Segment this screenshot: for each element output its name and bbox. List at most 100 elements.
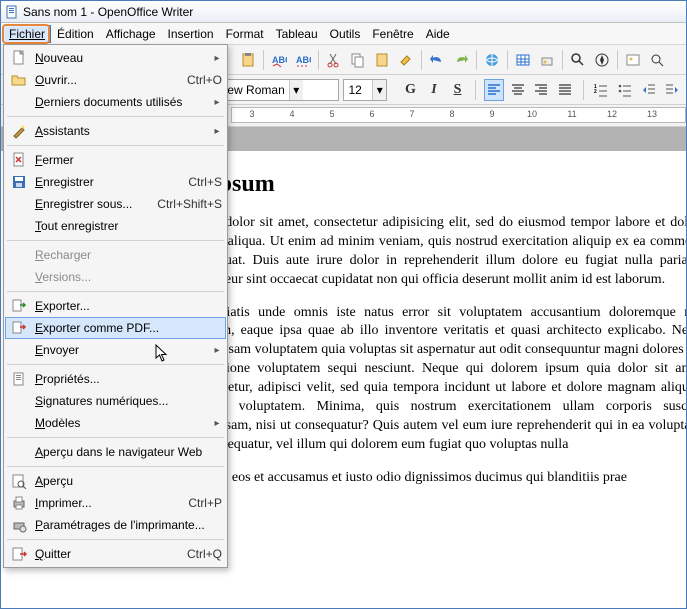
file-menu-item[interactable]: Imprimer...Ctrl+P (5, 492, 226, 514)
drawing-icon[interactable] (536, 49, 558, 71)
blank-icon (9, 247, 29, 263)
hyperlink-icon[interactable] (481, 49, 503, 71)
blank-icon (9, 444, 29, 460)
file-menu-item[interactable]: Exporter... (5, 295, 226, 317)
menu-fichier[interactable]: Fichier (3, 25, 51, 43)
paste2-icon[interactable] (371, 49, 393, 71)
menu-item-label: Ouvrir... (35, 73, 179, 87)
file-menu-item[interactable]: Nouveau▸ (5, 47, 226, 69)
align-justify-button[interactable] (555, 79, 575, 101)
submenu-arrow-icon: ▸ (212, 126, 222, 137)
app-icon (5, 5, 19, 19)
menu-item-label: Derniers documents utilisés (35, 95, 212, 109)
menu-item-label: Tout enregistrer (35, 219, 222, 233)
file-menu-item[interactable]: Aperçu (5, 470, 226, 492)
print-icon (9, 495, 29, 511)
undo-icon[interactable] (426, 49, 448, 71)
doc-heading: m ipsum (186, 171, 686, 198)
file-menu-item[interactable]: Derniers documents utilisés▸ (5, 91, 226, 113)
file-menu-item[interactable]: Envoyer▸ (5, 339, 226, 361)
file-menu-item[interactable]: Enregistrer sous...Ctrl+Shift+S (5, 193, 226, 215)
menu-edition[interactable]: Édition (51, 25, 100, 43)
file-menu-item[interactable]: QuitterCtrl+Q (5, 543, 226, 565)
underline-button[interactable]: S (448, 79, 468, 101)
menu-item-label: Aperçu (35, 474, 222, 488)
format-paint-icon[interactable] (395, 49, 417, 71)
menu-item-label: Paramétrages de l'imprimante... (35, 518, 222, 532)
menu-format[interactable]: Format (220, 25, 270, 43)
doc-new-icon (9, 50, 29, 66)
menu-outils[interactable]: Outils (324, 25, 367, 43)
menu-item-label: Aperçu dans le navigateur Web (35, 445, 222, 459)
menu-tableau[interactable]: Tableau (270, 25, 324, 43)
font-name-combo[interactable]: New Roman ▾ (214, 79, 340, 101)
ruler-tick: 3 (249, 109, 254, 119)
find-icon[interactable] (567, 49, 589, 71)
save-icon (9, 174, 29, 190)
cut-icon[interactable] (323, 49, 345, 71)
menu-divider (7, 364, 224, 365)
table-icon[interactable] (512, 49, 534, 71)
close-doc-icon (9, 152, 29, 168)
svg-text:2: 2 (594, 89, 597, 95)
copy-icon[interactable] (347, 49, 369, 71)
menu-item-label: Fermer (35, 153, 222, 167)
menu-fenetre[interactable]: Fenêtre (366, 25, 419, 43)
menu-affichage[interactable]: Affichage (100, 25, 162, 43)
blank-icon (9, 218, 29, 234)
file-menu-item[interactable]: Tout enregistrer (5, 215, 226, 237)
redo-icon[interactable] (450, 49, 472, 71)
menu-divider (7, 116, 224, 117)
file-menu-item[interactable]: Paramétrages de l'imprimante... (5, 514, 226, 536)
submenu-arrow-icon: ▸ (212, 418, 222, 429)
file-menu-item[interactable]: Aperçu dans le navigateur Web (5, 441, 226, 463)
menu-item-label: Modèles (35, 416, 212, 430)
align-right-button[interactable] (532, 79, 552, 101)
bullet-list-button[interactable] (615, 79, 635, 101)
outdent-button[interactable] (639, 79, 659, 101)
bold-button[interactable]: G (401, 79, 421, 101)
menu-divider (7, 437, 224, 438)
paste-icon[interactable] (237, 49, 259, 71)
italic-button[interactable]: I (424, 79, 444, 101)
file-menu-dropdown: Nouveau▸ Ouvrir... Ctrl+O Derniers document… (3, 44, 228, 568)
menu-divider (7, 240, 224, 241)
doc-paragraph: perspiciatis unde omnis iste natus error… (186, 304, 686, 455)
file-menu-item[interactable]: Ouvrir... Ctrl+O (5, 69, 226, 91)
number-list-button[interactable]: 12 (592, 79, 612, 101)
quit-icon (9, 546, 29, 562)
chevron-down-icon: ▾ (289, 80, 303, 100)
menu-insertion[interactable]: Insertion (162, 25, 220, 43)
file-menu-item[interactable]: EnregistrerCtrl+S (5, 171, 226, 193)
menu-item-label: Exporter comme PDF... (35, 321, 222, 335)
menu-shortcut: Ctrl+Shift+S (157, 197, 222, 211)
zoom-icon[interactable] (646, 49, 668, 71)
menu-item-label: Imprimer... (35, 496, 180, 510)
file-menu-item[interactable]: Modèles▸ (5, 412, 226, 434)
file-menu-item[interactable]: Assistants▸ (5, 120, 226, 142)
indent-button[interactable] (662, 79, 682, 101)
file-menu-item[interactable]: Exporter comme PDF... (5, 317, 226, 339)
gallery-icon[interactable] (622, 49, 644, 71)
blank-icon (9, 415, 29, 431)
autospellcheck-icon[interactable]: ABC (292, 49, 314, 71)
font-size-combo[interactable]: 12 ▾ (343, 79, 387, 101)
document-page[interactable]: m ipsum ipsum dolor sit amet, consectetu… (186, 151, 686, 608)
menu-aide[interactable]: Aide (420, 25, 456, 43)
spellcheck-icon[interactable]: ABC (268, 49, 290, 71)
svg-text:ABC: ABC (296, 55, 311, 65)
navigator-icon[interactable] (591, 49, 613, 71)
menu-shortcut: Ctrl+O (187, 73, 222, 87)
ruler-tick: 7 (409, 109, 414, 119)
align-left-button[interactable] (484, 79, 504, 101)
file-menu-item[interactable]: Fermer (5, 149, 226, 171)
menu-shortcut: Ctrl+Q (187, 547, 222, 561)
menu-item-label: Signatures numériques... (35, 394, 222, 408)
align-center-button[interactable] (508, 79, 528, 101)
doc-paragraph: At vero eos et accusamus et iusto odio d… (186, 469, 686, 488)
file-menu-item[interactable]: Propriétés... (5, 368, 226, 390)
file-menu-item: Recharger (5, 244, 226, 266)
menu-item-label: Versions... (35, 270, 222, 284)
file-menu-item[interactable]: Signatures numériques... (5, 390, 226, 412)
properties-icon (9, 371, 29, 387)
